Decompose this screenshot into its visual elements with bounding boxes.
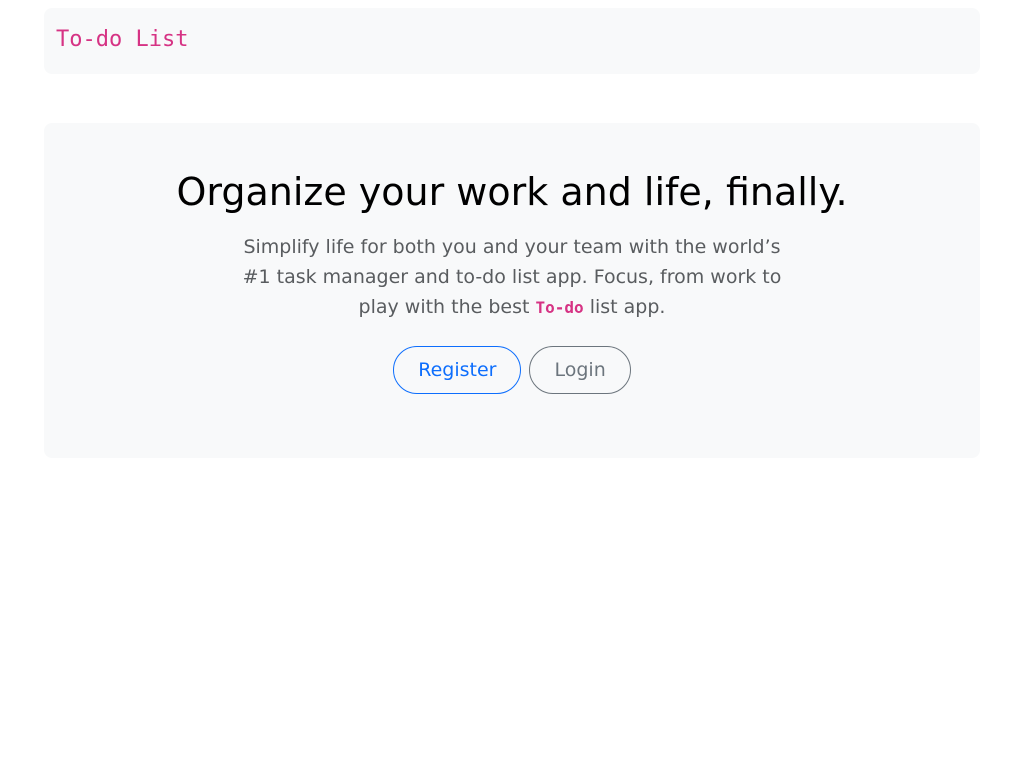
hero-description-end: list app.: [583, 296, 666, 318]
hero-actions: Register Login: [44, 346, 980, 394]
hero-section: Organize your work and life, finally. Si…: [44, 123, 980, 458]
brand-link[interactable]: To-do List: [56, 27, 188, 52]
navbar: To-do List: [44, 8, 980, 74]
hero-title: Organize your work and life, finally.: [176, 170, 848, 214]
hero-description-code: To-do: [535, 298, 584, 317]
register-button[interactable]: Register: [393, 346, 522, 394]
login-button[interactable]: Login: [529, 346, 631, 394]
hero-description: Simplify life for both you and your team…: [242, 232, 782, 323]
hero-description-start: Simplify life for both you and your team…: [242, 236, 782, 318]
